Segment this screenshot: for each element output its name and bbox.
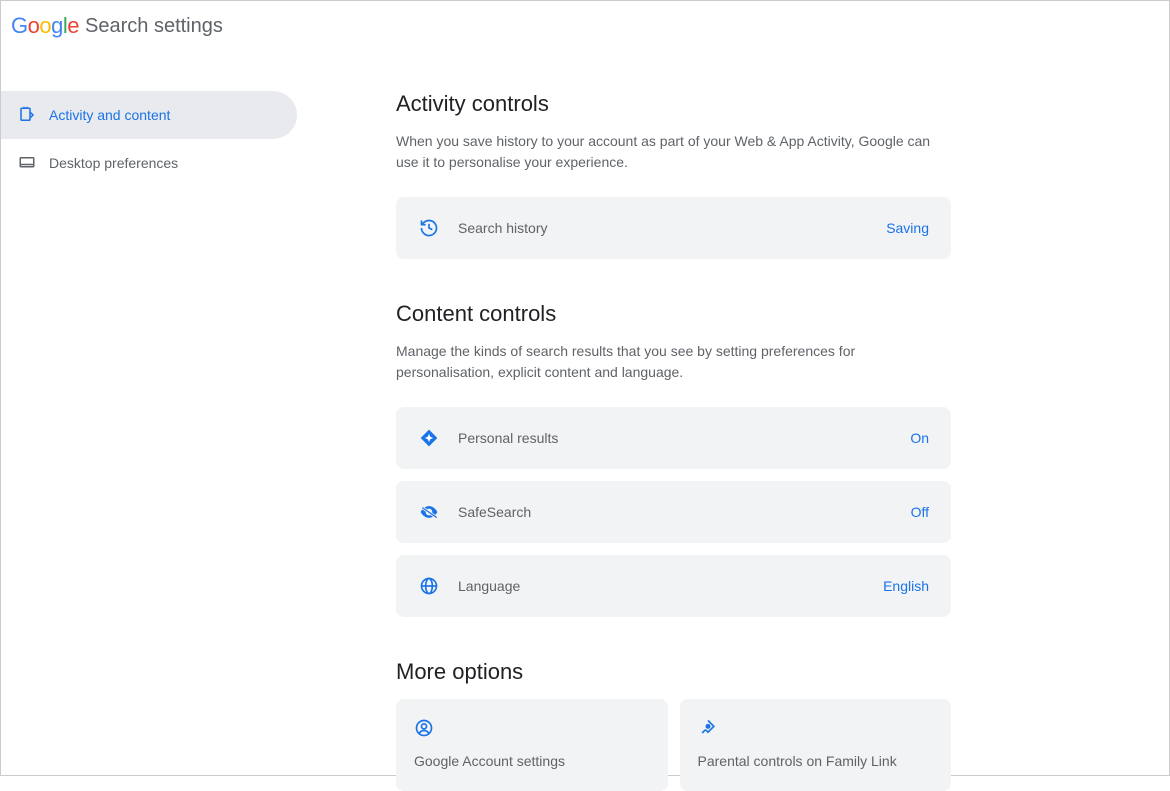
header: Google Search settings — [1, 1, 1169, 51]
sidebar-item-activity-content[interactable]: Activity and content — [1, 91, 297, 139]
tile-label: Parental controls on Family Link — [698, 753, 934, 769]
sidebar: Activity and content Desktop preferences — [1, 51, 301, 791]
sidebar-item-label: Desktop preferences — [49, 155, 178, 171]
card-personal-results[interactable]: Personal results On — [396, 407, 951, 469]
card-label: Language — [458, 578, 883, 594]
sparkle-diamond-icon — [418, 427, 440, 449]
card-value: English — [883, 578, 929, 594]
card-value: On — [910, 430, 929, 446]
activity-icon — [17, 105, 37, 125]
family-link-icon — [698, 717, 720, 739]
card-search-history[interactable]: Search history Saving — [396, 197, 951, 259]
card-label: SafeSearch — [458, 504, 911, 520]
main-content: Activity controls When you save history … — [301, 51, 951, 791]
section-desc-content: Manage the kinds of search results that … — [396, 341, 936, 383]
eye-off-icon — [418, 501, 440, 523]
globe-icon — [418, 575, 440, 597]
card-label: Personal results — [458, 430, 910, 446]
account-circle-icon — [414, 717, 436, 739]
card-value: Off — [911, 504, 929, 520]
history-icon — [418, 217, 440, 239]
tile-label: Google Account settings — [414, 753, 650, 769]
sidebar-item-desktop-preferences[interactable]: Desktop preferences — [1, 139, 297, 187]
tile-google-account-settings[interactable]: Google Account settings — [396, 699, 668, 791]
section-title-more: More options — [396, 659, 951, 685]
desktop-icon — [17, 153, 37, 173]
card-safesearch[interactable]: SafeSearch Off — [396, 481, 951, 543]
sidebar-item-label: Activity and content — [49, 107, 170, 123]
page-title: Search settings — [85, 15, 223, 38]
card-value: Saving — [886, 220, 929, 236]
card-label: Search history — [458, 220, 886, 236]
tile-parental-controls[interactable]: Parental controls on Family Link — [680, 699, 952, 791]
section-desc-activity: When you save history to your account as… — [396, 131, 936, 173]
section-title-content: Content controls — [396, 301, 951, 327]
google-logo: Google — [11, 13, 79, 39]
section-title-activity: Activity controls — [396, 91, 951, 117]
card-language[interactable]: Language English — [396, 555, 951, 617]
